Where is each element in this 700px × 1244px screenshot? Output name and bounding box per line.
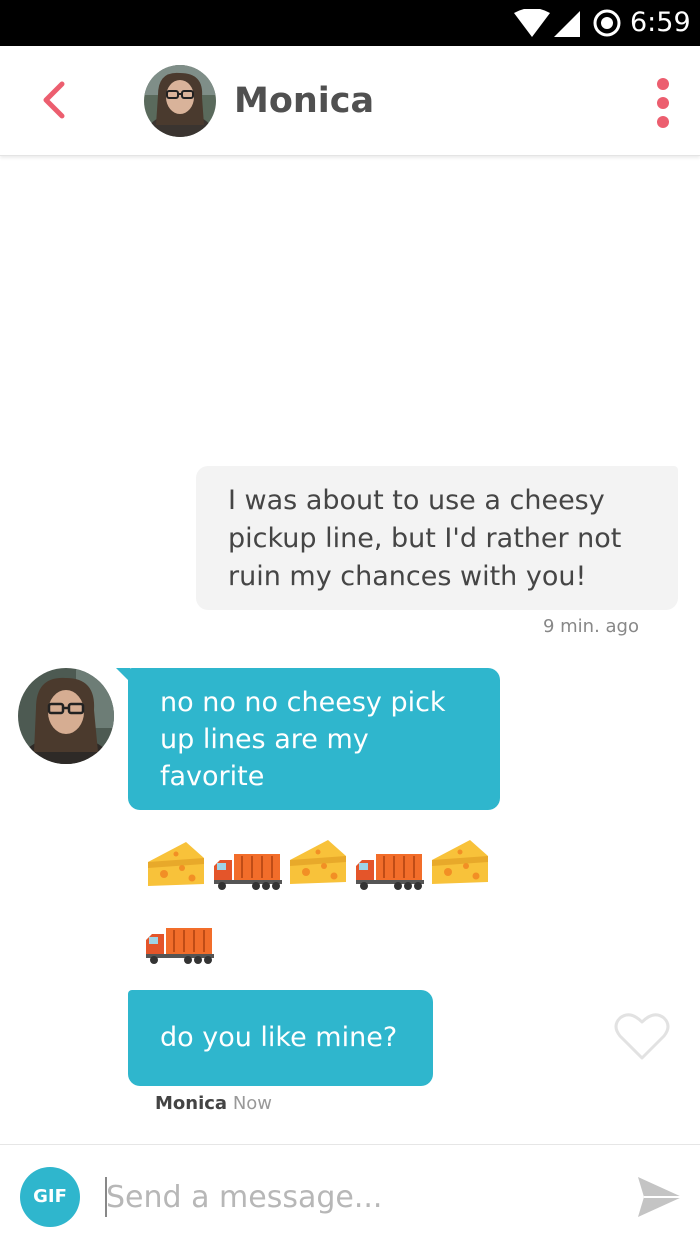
cheese-emoji xyxy=(148,842,204,886)
cheese-emoji xyxy=(290,840,346,884)
wifi-icon xyxy=(514,9,550,37)
status-bar: 6:59 xyxy=(0,0,700,46)
truck-emoji xyxy=(356,854,424,890)
incoming-message-bubble[interactable]: no no no cheesy pick up lines are my fav… xyxy=(116,668,500,810)
send-icon xyxy=(638,1177,682,1217)
more-options-button[interactable] xyxy=(648,76,678,130)
chevron-left-icon xyxy=(43,81,65,119)
message-composer: GIF xyxy=(0,1144,700,1244)
chat-header: Monica xyxy=(0,46,700,156)
message-timestamp: 9 min. ago xyxy=(542,616,639,637)
message-time: Now xyxy=(232,1093,273,1114)
incoming-message-text: do you like mine? xyxy=(160,1022,398,1053)
cheese-emoji xyxy=(432,840,488,884)
cell-signal-icon xyxy=(554,11,580,37)
truck-emoji xyxy=(146,928,214,964)
contact-name[interactable]: Monica xyxy=(234,79,374,123)
incoming-message-text: no no no cheesy pick up lines are my fav… xyxy=(160,687,446,792)
outgoing-message-bubble[interactable]: I was about to use a cheesy pickup line,… xyxy=(196,466,678,610)
truck-emoji xyxy=(214,854,282,890)
back-button[interactable] xyxy=(30,78,80,128)
gif-button[interactable]: GIF xyxy=(20,1167,80,1227)
contact-avatar[interactable] xyxy=(144,65,216,137)
outgoing-message-text: I was about to use a cheesy pickup line,… xyxy=(228,485,622,592)
sender-name: Monica xyxy=(155,1093,228,1114)
alarm-icon xyxy=(593,9,621,37)
send-button[interactable] xyxy=(636,1175,684,1219)
emoji-message[interactable] xyxy=(146,838,506,894)
heart-icon xyxy=(614,1013,670,1060)
incoming-message-bubble[interactable]: do you like mine? xyxy=(128,990,433,1086)
message-input[interactable] xyxy=(106,1175,606,1219)
status-time: 6:59 xyxy=(630,7,691,38)
like-message-button[interactable] xyxy=(614,1012,670,1062)
sender-avatar[interactable] xyxy=(18,668,114,764)
message-meta: Monica Now xyxy=(155,1093,272,1115)
more-vertical-icon xyxy=(657,78,669,128)
emoji-message-continued[interactable] xyxy=(142,922,222,968)
